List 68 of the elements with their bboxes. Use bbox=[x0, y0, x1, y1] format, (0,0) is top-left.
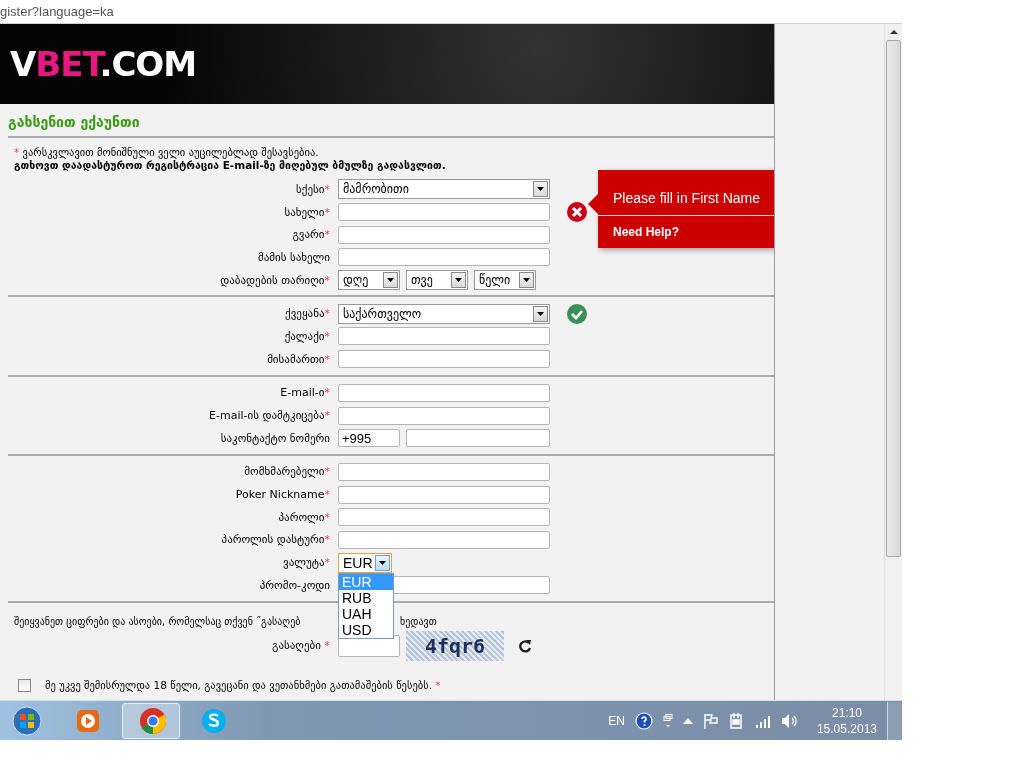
field-label: მამის სახელი bbox=[256, 250, 331, 264]
text-field[interactable] bbox=[338, 530, 550, 549]
field-label: E-mail-ის დამტკიცება* bbox=[208, 409, 331, 423]
field-label: E-mail-ი* bbox=[279, 386, 331, 400]
field-label: პრომო-კოდი bbox=[258, 578, 331, 592]
field-label: Poker Nickname* bbox=[234, 488, 331, 502]
select-field[interactable]: წელი bbox=[474, 270, 536, 291]
need-help-link[interactable]: Need Help? bbox=[598, 216, 775, 248]
text-field[interactable] bbox=[338, 203, 550, 222]
required-note: * ვარსკვლავით მონიშნული ველი აუცილებლად შესავსებია. bbox=[14, 146, 320, 159]
dropdown-option[interactable]: USD bbox=[339, 621, 393, 638]
text-field[interactable] bbox=[338, 383, 550, 402]
signal-icon[interactable] bbox=[754, 713, 771, 728]
field-label: მისამართი* bbox=[266, 352, 331, 366]
select-field[interactable]: საქართველო bbox=[338, 303, 550, 324]
field-label: ქვეყანა* bbox=[284, 307, 331, 321]
captcha-instruction: შეიყვანეთ ციფრები და ასოები, რომელსაც თქვენ ˝გასაღებ bbox=[14, 615, 302, 627]
select-field[interactable]: დღე bbox=[338, 270, 400, 291]
show-hidden-icons-icon[interactable] bbox=[682, 717, 693, 724]
logo-text[interactable]: V bbox=[10, 44, 36, 84]
confirm-note: გთხოვთ დაადასტუროთ რეგისტრაცია E-mail-ზე მიღებულ ბმულზე გადასვლით. bbox=[14, 159, 447, 172]
agreement-label: მე უკვე შემისრულდა 18 წელი, გავეცანი და ვეთანხმები გათამაშების წესებს. * bbox=[45, 679, 441, 692]
field-label: ქალაქი* bbox=[283, 329, 331, 343]
logo-text[interactable]: .COM bbox=[99, 44, 197, 84]
help-icon[interactable] bbox=[634, 711, 653, 730]
refresh-icon[interactable] bbox=[518, 638, 532, 653]
text-field[interactable] bbox=[338, 508, 550, 527]
text-field[interactable] bbox=[338, 406, 550, 425]
address-url[interactable]: gister?language=ka bbox=[0, 4, 114, 19]
media-player-icon bbox=[75, 707, 101, 734]
date-text: 15.05.2013 bbox=[816, 720, 877, 737]
field-label: პაროლი* bbox=[277, 510, 331, 524]
select-field[interactable]: თვე bbox=[406, 270, 468, 291]
select-field[interactable]: მამრობითი bbox=[338, 179, 550, 200]
currency-select[interactable]: EUR bbox=[338, 552, 392, 573]
field-label: გვარი* bbox=[291, 228, 331, 242]
text-field[interactable] bbox=[338, 248, 550, 267]
text-field[interactable] bbox=[338, 225, 550, 244]
dropdown-option[interactable]: UAH bbox=[339, 605, 393, 622]
checkbox[interactable] bbox=[18, 678, 31, 692]
text-field[interactable] bbox=[338, 462, 550, 481]
field-label: დაბადების თარიღი* bbox=[219, 273, 331, 287]
text-field[interactable] bbox=[338, 485, 550, 504]
time-text: 21:10 bbox=[831, 704, 862, 721]
flag-icon[interactable] bbox=[702, 712, 719, 729]
text-field[interactable] bbox=[338, 327, 550, 346]
window-restore-icon[interactable] bbox=[662, 713, 673, 728]
field-label: საკონტაქტო ნომერი bbox=[219, 431, 331, 445]
browser-icon bbox=[139, 706, 167, 735]
text-field[interactable] bbox=[338, 350, 550, 369]
phone-number-field[interactable] bbox=[406, 429, 550, 448]
field-label: სახელი* bbox=[283, 205, 331, 219]
field-label: სქესი* bbox=[295, 182, 331, 196]
field-label: გასაღები * bbox=[271, 639, 331, 653]
field-label: მომხმარებელი* bbox=[243, 465, 331, 479]
chat-app-icon bbox=[200, 706, 228, 735]
speaker-icon[interactable] bbox=[780, 712, 799, 729]
dropdown-option[interactable]: RUB bbox=[339, 589, 393, 606]
taskbar-button[interactable] bbox=[122, 702, 180, 739]
logo-text[interactable]: BET bbox=[35, 44, 100, 84]
phone-code-field[interactable]: +995 bbox=[338, 429, 400, 448]
captcha-image: 4fqr6 bbox=[406, 630, 504, 661]
captcha-instruction: ხედავთ bbox=[400, 615, 437, 627]
field-label: პაროლის დასტური* bbox=[220, 533, 331, 547]
field-label: ვალუტა* bbox=[282, 556, 331, 570]
page-title: გახსენით ექაუნთი bbox=[8, 104, 775, 138]
scrollbar[interactable] bbox=[885, 24, 902, 700]
show-desktop-button[interactable] bbox=[887, 701, 902, 740]
